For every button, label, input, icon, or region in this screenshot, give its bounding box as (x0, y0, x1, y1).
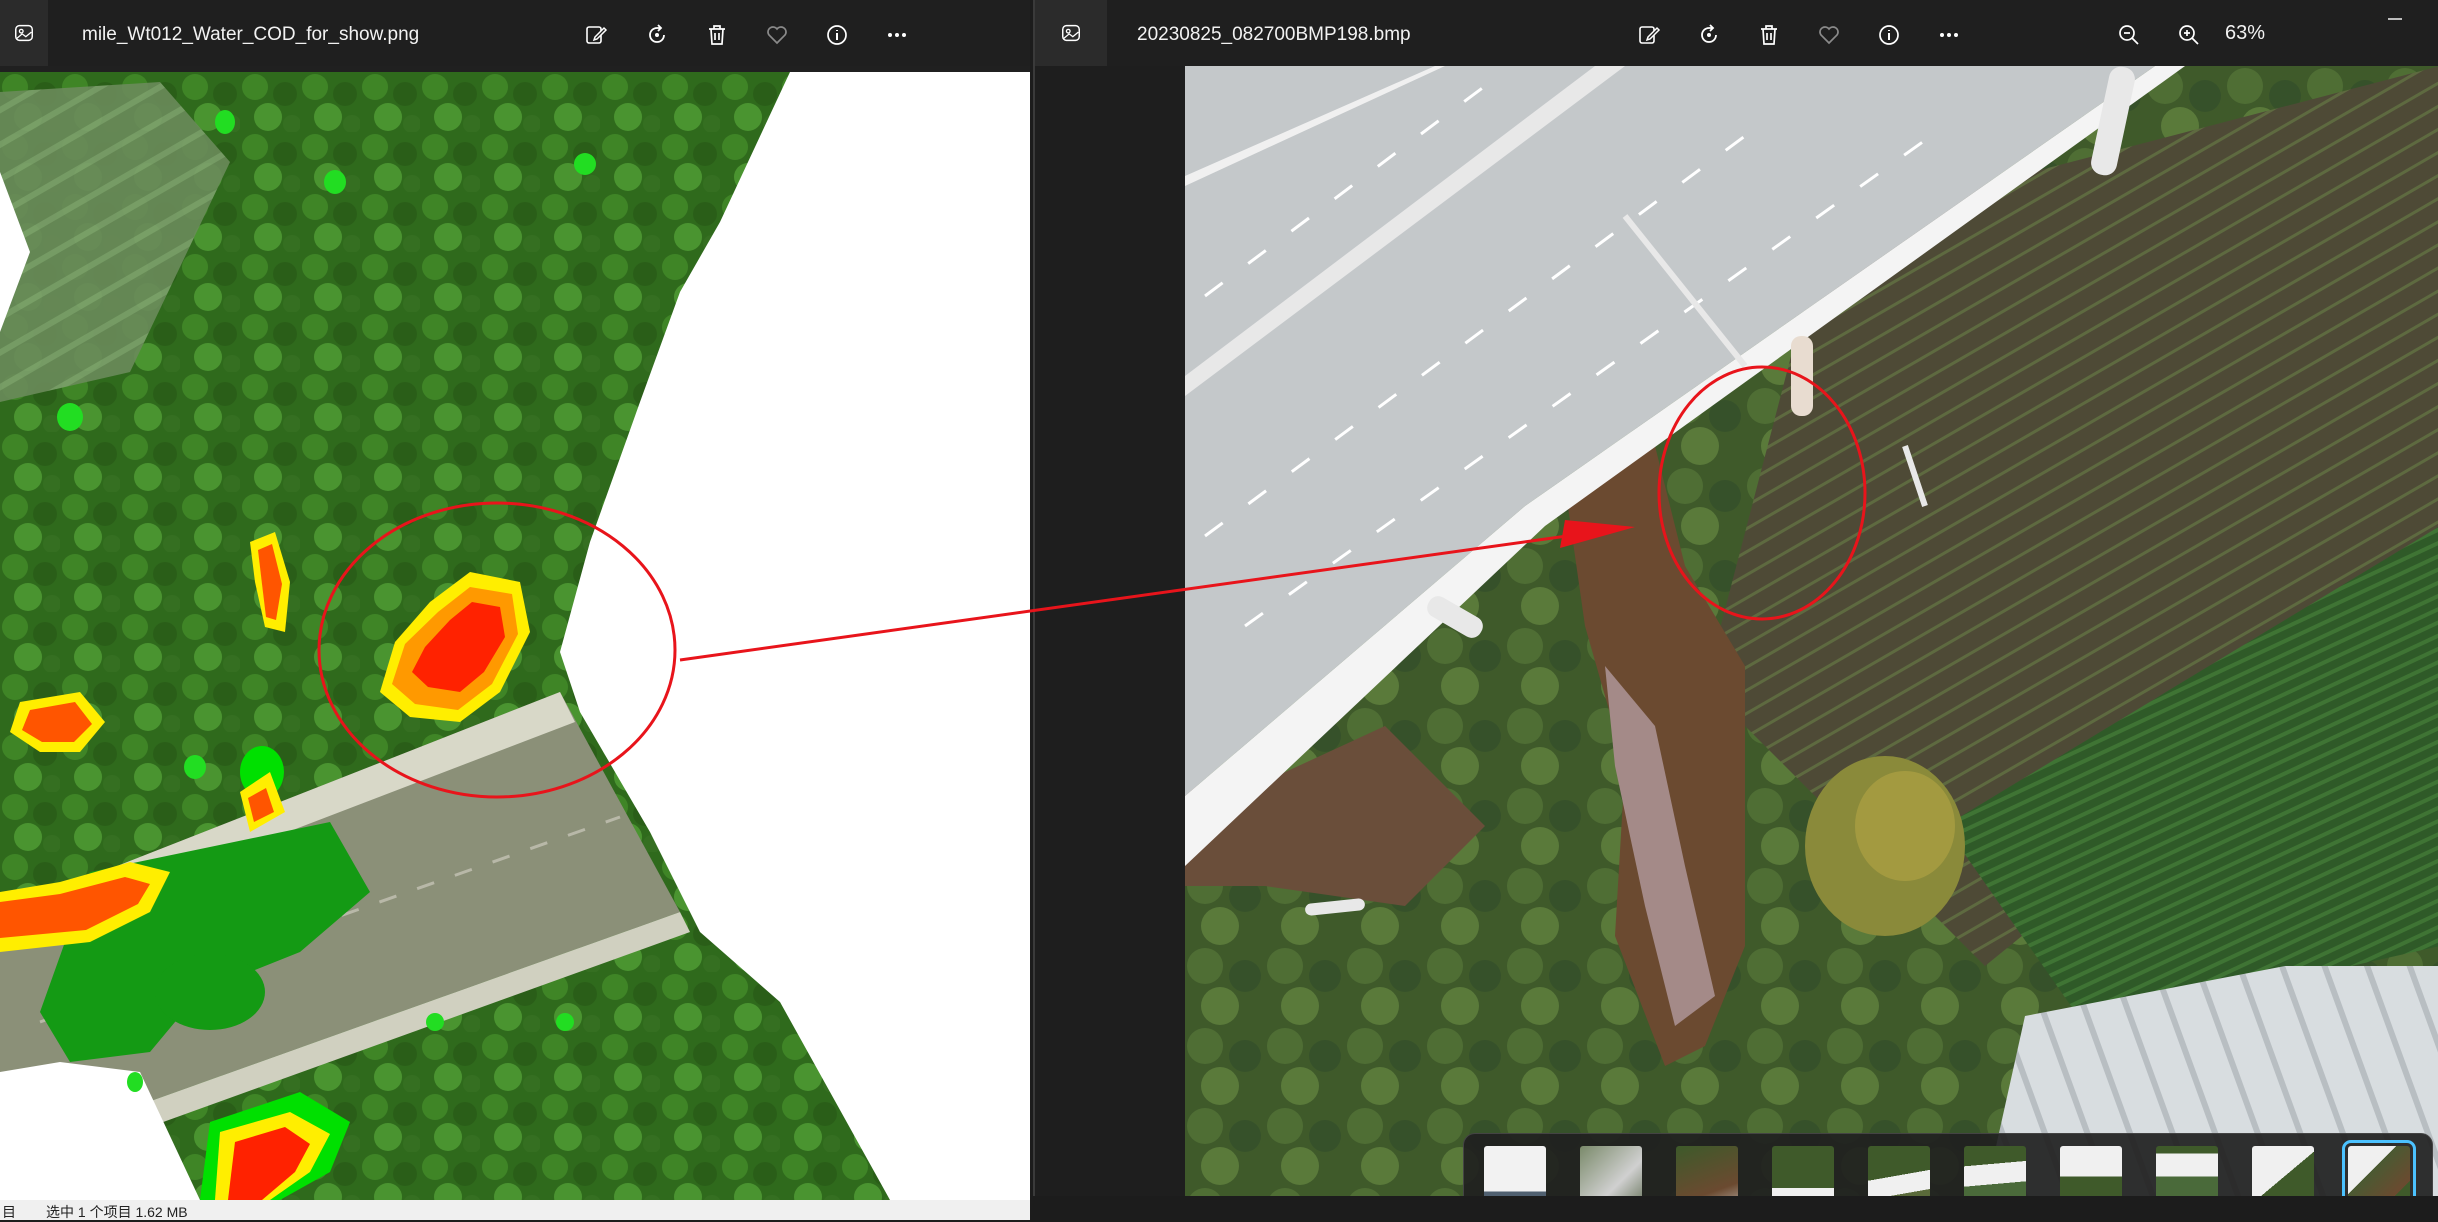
filmstrip-thumb-active[interactable] (2342, 1140, 2416, 1196)
right-photo-window: 20230825_082700BMP198.bmp 63% (1033, 0, 2438, 1196)
filmstrip[interactable] (1463, 1133, 2433, 1196)
aerial-photo-graphic (1185, 66, 2438, 1196)
delete-icon[interactable] (703, 21, 731, 49)
filmstrip-thumb[interactable] (1964, 1146, 2026, 1196)
cod-overlay-image[interactable] (0, 72, 1030, 1200)
selection-info: 选中 1 个项目 1.62 MB (46, 1204, 188, 1220)
filmstrip-thumb[interactable] (2156, 1146, 2218, 1196)
viewer-margin (1035, 66, 1185, 1196)
left-photo-window: mile_Wt012_Water_COD_for_show.png (0, 0, 1030, 1200)
info-icon[interactable] (1875, 21, 1903, 49)
edit-icon[interactable] (582, 21, 610, 49)
right-titlebar: 20230825_082700BMP198.bmp 63% (1035, 0, 2438, 66)
edit-icon[interactable] (1635, 21, 1663, 49)
aerial-photo[interactable] (1185, 66, 2438, 1196)
zoom-level[interactable]: 63% (2225, 22, 2265, 45)
left-titlebar: mile_Wt012_Water_COD_for_show.png (0, 0, 1030, 66)
photos-app-icon[interactable] (1035, 0, 1107, 66)
info-icon[interactable] (823, 21, 851, 49)
filmstrip-thumb[interactable] (1868, 1146, 1930, 1196)
zoom-out-icon[interactable] (2115, 21, 2143, 49)
rotate-icon[interactable] (1695, 21, 1723, 49)
filmstrip-thumb[interactable] (2060, 1146, 2122, 1196)
delete-icon[interactable] (1755, 21, 1783, 49)
zoom-in-icon[interactable] (2175, 21, 2203, 49)
cod-map-graphic (0, 72, 1030, 1200)
filmstrip-thumb[interactable] (1580, 1146, 1642, 1196)
favorite-icon[interactable] (763, 21, 791, 49)
explorer-statusbar: 目 选中 1 个项目 1.62 MB (0, 1200, 1030, 1220)
right-filename: 20230825_082700BMP198.bmp (1137, 24, 1411, 45)
more-icon[interactable] (883, 21, 911, 49)
favorite-icon[interactable] (1815, 21, 1843, 49)
filmstrip-thumb[interactable] (1484, 1146, 1546, 1196)
statusbar-left-char: 目 (2, 1204, 16, 1220)
filmstrip-thumb[interactable] (1676, 1146, 1738, 1196)
minimize-icon[interactable] (2380, 4, 2410, 34)
left-filename: mile_Wt012_Water_COD_for_show.png (82, 24, 420, 45)
more-icon[interactable] (1935, 21, 1963, 49)
rotate-icon[interactable] (643, 21, 671, 49)
filmstrip-thumb[interactable] (1772, 1146, 1834, 1196)
photos-app-icon[interactable] (0, 0, 48, 66)
filmstrip-thumb[interactable] (2252, 1146, 2314, 1196)
